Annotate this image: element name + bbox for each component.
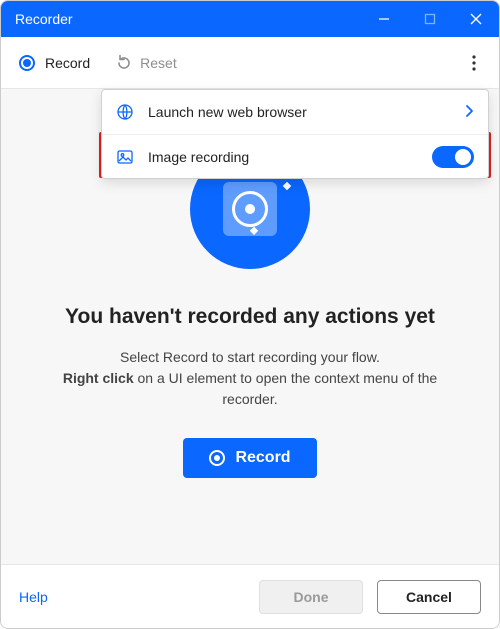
menu-launch-label: Launch new web browser — [148, 104, 450, 120]
reset-icon — [116, 55, 132, 71]
globe-icon — [116, 103, 134, 121]
options-menu: Launch new web browser Image recording — [101, 89, 489, 179]
empty-headline: You haven't recorded any actions yet — [65, 305, 435, 329]
recorder-window: Recorder Record Reset — [0, 0, 500, 629]
toolbar: Record Reset — [1, 37, 499, 89]
menu-image-recording[interactable]: Image recording — [102, 134, 488, 178]
done-button: Done — [259, 580, 363, 614]
empty-line2-rest: on a UI element to open the context menu… — [134, 370, 438, 407]
chevron-right-icon — [464, 104, 474, 121]
empty-subtext: Select Record to start recording your fl… — [41, 347, 459, 410]
footer: Help Done Cancel — [1, 564, 499, 628]
empty-line1: Select Record to start recording your fl… — [120, 349, 380, 365]
record-mode-toggle[interactable]: Record — [11, 51, 98, 75]
more-options-button[interactable] — [459, 48, 489, 78]
record-button[interactable]: Record — [183, 438, 316, 478]
image-recording-toggle[interactable] — [432, 146, 474, 168]
menu-image-recording-label: Image recording — [148, 149, 418, 165]
menu-launch-browser[interactable]: Launch new web browser — [102, 90, 488, 134]
record-button-label: Record — [235, 449, 290, 467]
more-vertical-icon — [472, 55, 476, 71]
image-icon — [116, 148, 134, 166]
titlebar: Recorder — [1, 1, 499, 37]
record-radio-icon — [19, 55, 35, 71]
empty-line2-bold: Right click — [63, 370, 134, 386]
help-link[interactable]: Help — [19, 589, 48, 605]
window-title: Recorder — [15, 11, 361, 27]
maximize-button[interactable] — [407, 1, 453, 37]
minimize-button[interactable] — [361, 1, 407, 37]
empty-state: You haven't recorded any actions yet Sel… — [1, 149, 499, 478]
record-label: Record — [45, 55, 90, 71]
record-icon — [209, 450, 225, 466]
reset-label: Reset — [140, 55, 177, 71]
close-button[interactable] — [453, 1, 499, 37]
reset-button[interactable]: Reset — [116, 55, 177, 71]
cancel-button[interactable]: Cancel — [377, 580, 481, 614]
